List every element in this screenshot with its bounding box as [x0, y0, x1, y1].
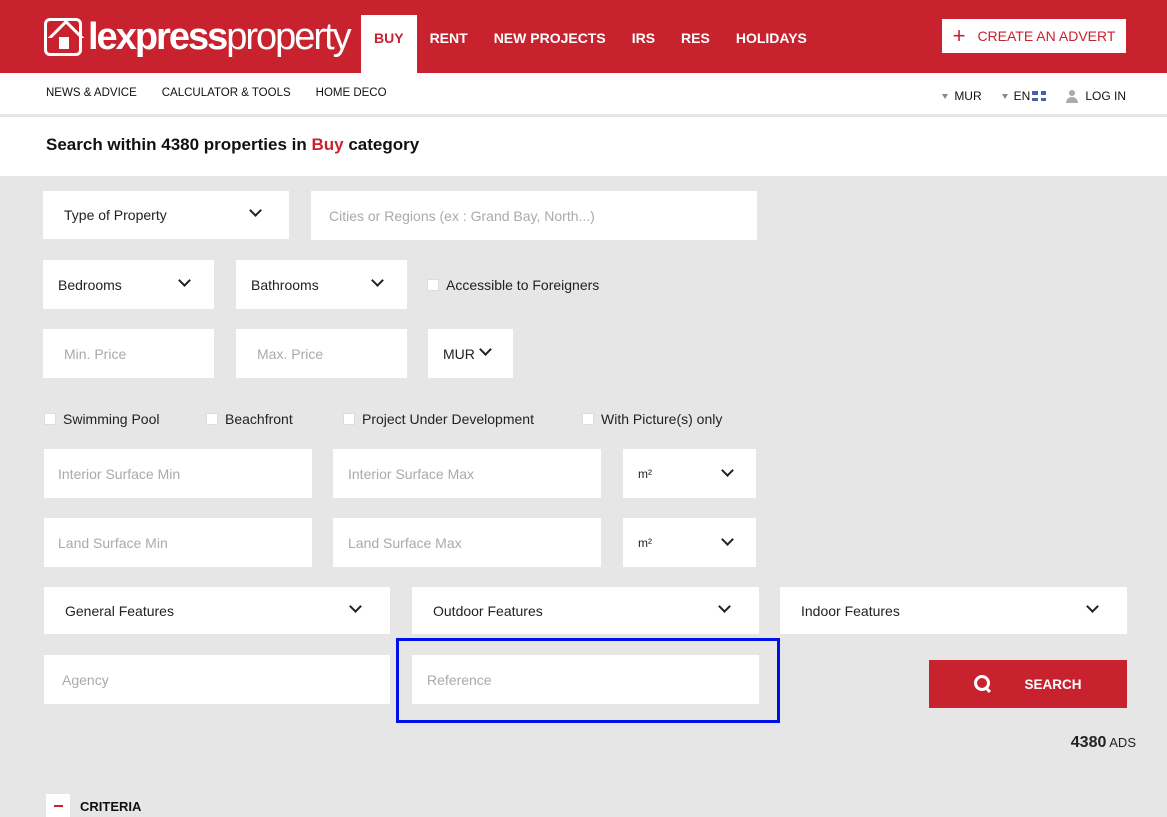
- cities-regions-input[interactable]: Cities or Regions (ex : Grand Bay, North…: [311, 191, 757, 240]
- swimming-pool-checkbox[interactable]: Swimming Pool: [44, 411, 159, 427]
- plus-icon: +: [952, 23, 966, 48]
- nav-holidays[interactable]: HOLIDAYS: [723, 15, 820, 73]
- logo[interactable]: lexpressproperty: [44, 13, 352, 61]
- accessible-foreigners-checkbox[interactable]: Accessible to Foreigners: [427, 277, 599, 293]
- chevron-down-icon: [249, 204, 262, 217]
- logo-text: lexpressproperty: [88, 16, 352, 58]
- house-logo-icon: [44, 18, 82, 56]
- outdoor-features-select[interactable]: Outdoor Features: [412, 587, 759, 634]
- criteria-toggle[interactable]: CRITERIA: [46, 794, 141, 817]
- chevron-down-icon: [718, 600, 731, 613]
- dropdown-triangle-icon: [942, 93, 949, 99]
- checkbox-box: [206, 413, 218, 425]
- search-icon: [974, 675, 992, 693]
- checkbox-box: [343, 413, 355, 425]
- with-pictures-checkbox[interactable]: With Picture(s) only: [582, 411, 722, 427]
- reference-highlight-box: [396, 638, 780, 723]
- beachfront-checkbox[interactable]: Beachfront: [206, 411, 293, 427]
- checkbox-box: [44, 413, 56, 425]
- interior-unit-select[interactable]: m²: [623, 449, 756, 498]
- account-controls: MUR EN LOG IN: [922, 89, 1126, 103]
- user-icon: [1066, 89, 1079, 103]
- nav-res[interactable]: RES: [668, 15, 723, 73]
- page-title: Search within 4380 properties in Buy cat…: [46, 135, 420, 154]
- main-nav: BUY RENT NEW PROJECTS IRS RES HOLIDAYS: [361, 15, 820, 73]
- ads-count: 4380 ADS: [1070, 734, 1136, 751]
- type-of-property-select[interactable]: Type of Property: [43, 191, 289, 239]
- chevron-down-icon: [1086, 600, 1099, 613]
- uk-flag-icon: [1032, 91, 1047, 101]
- create-advert-button[interactable]: + CREATE AN ADVERT: [942, 19, 1126, 53]
- general-features-select[interactable]: General Features: [44, 587, 390, 634]
- indoor-features-select[interactable]: Indoor Features: [780, 587, 1127, 634]
- currency-selector[interactable]: MUR: [942, 89, 982, 103]
- bedrooms-select[interactable]: Bedrooms: [43, 260, 214, 309]
- chevron-down-icon: [479, 343, 492, 356]
- chevron-down-icon: [349, 600, 362, 613]
- subnav-home-deco[interactable]: HOME DECO: [316, 87, 387, 99]
- bathrooms-select[interactable]: Bathrooms: [236, 260, 407, 309]
- land-unit-select[interactable]: m²: [623, 518, 756, 567]
- language-selector[interactable]: EN: [1001, 89, 1047, 103]
- checkbox-box: [582, 413, 594, 425]
- nav-rent[interactable]: RENT: [417, 15, 481, 73]
- checkbox-box: [427, 279, 439, 291]
- top-header: lexpressproperty BUY RENT NEW PROJECTS I…: [0, 0, 1167, 73]
- login-link[interactable]: LOG IN: [1066, 89, 1126, 103]
- subnav-calculator-tools[interactable]: CALCULATOR & TOOLS: [162, 87, 291, 99]
- land-surface-max-input[interactable]: Land Surface Max: [333, 518, 601, 567]
- interior-surface-min-input[interactable]: Interior Surface Min: [44, 449, 312, 498]
- dropdown-triangle-icon: [1001, 93, 1008, 99]
- project-under-development-checkbox[interactable]: Project Under Development: [343, 411, 534, 427]
- sub-header: NEWS & ADVICE CALCULATOR & TOOLS HOME DE…: [0, 73, 1167, 117]
- search-button[interactable]: SEARCH: [929, 660, 1127, 708]
- secondary-nav: NEWS & ADVICE CALCULATOR & TOOLS HOME DE…: [46, 87, 412, 99]
- land-surface-min-input[interactable]: Land Surface Min: [44, 518, 312, 567]
- max-price-input[interactable]: Max. Price: [236, 329, 407, 378]
- subnav-news-advice[interactable]: NEWS & ADVICE: [46, 87, 137, 99]
- chevron-down-icon: [371, 274, 384, 287]
- chevron-down-icon: [178, 274, 191, 287]
- interior-surface-max-input[interactable]: Interior Surface Max: [333, 449, 601, 498]
- agency-input[interactable]: Agency: [44, 655, 390, 704]
- price-currency-select[interactable]: MUR: [428, 329, 513, 378]
- nav-irs[interactable]: IRS: [619, 15, 668, 73]
- chevron-down-icon: [721, 533, 734, 546]
- min-price-input[interactable]: Min. Price: [43, 329, 214, 378]
- nav-new-projects[interactable]: NEW PROJECTS: [481, 15, 619, 73]
- search-heading-bar: Search within 4380 properties in Buy cat…: [0, 117, 1167, 176]
- chevron-down-icon: [721, 464, 734, 477]
- nav-buy[interactable]: BUY: [361, 15, 417, 73]
- collapse-minus-icon: [46, 794, 70, 817]
